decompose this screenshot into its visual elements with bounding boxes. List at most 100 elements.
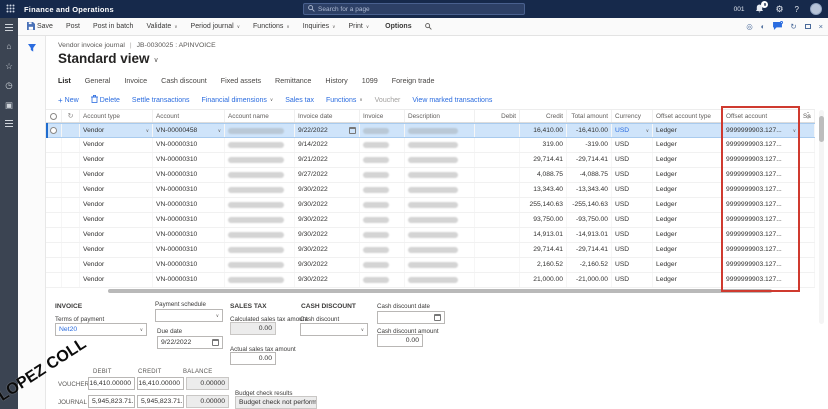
cell-overflow[interactable] [800,213,815,227]
cell-offset-account[interactable]: 9999999903.127...∨ [723,243,800,257]
cell-total-amount[interactable]: -255,140.63 [567,198,612,212]
cell-account-name-redacted[interactable] [225,213,295,227]
cell-account[interactable]: VN-00000458∨ [153,124,225,137]
home-icon[interactable]: ⌂ [6,42,11,51]
cell-overflow[interactable] [800,124,815,137]
cell-invoice-redacted[interactable] [360,243,405,257]
cell-debit[interactable] [475,198,520,212]
row-marker-cell[interactable] [62,243,80,257]
cell-currency[interactable]: USD∨ [612,168,653,182]
cell-offset-account-type[interactable]: Ledger [653,243,723,257]
cell-account[interactable]: VN-00000310∨ [153,273,225,287]
cell-currency[interactable]: USD∨ [612,198,653,212]
company-toggle-icon[interactable]: ◐ [761,23,766,31]
row-marker-cell[interactable] [62,153,80,167]
cell-total-amount[interactable]: -93,750.00 [567,213,612,227]
row-marker-cell[interactable] [62,124,80,137]
row-marker-cell[interactable] [62,183,80,197]
cell-description-redacted[interactable] [405,124,475,137]
row-select-cell[interactable] [46,228,62,242]
cell-account-type[interactable]: Vendor∨ [80,124,153,137]
cell-account-name-redacted[interactable] [225,198,295,212]
actual-sales-tax-field[interactable]: 0.00 [230,352,276,365]
feedback-bubble-icon[interactable] [773,22,782,32]
table-row[interactable]: Vendor∨ VN-00000310∨ 9/27/2022 4,088.75 … [46,168,815,183]
cell-account-name-redacted[interactable] [225,168,295,182]
calendar-icon[interactable] [349,127,356,134]
cell-overflow[interactable] [800,198,815,212]
cell-account-type[interactable]: Vendor∨ [80,243,153,257]
save-button[interactable]: Save [27,22,53,32]
cash-discount-date-field[interactable] [377,311,445,324]
cell-invoice-date[interactable]: 9/30/2022 [295,198,360,212]
cell-currency[interactable]: USD∨ [612,183,653,197]
cell-currency[interactable]: USD∨ [612,273,653,287]
cell-offset-account[interactable]: 9999999903.127...∨ [723,124,800,137]
col-currency[interactable]: Currency [612,110,653,122]
table-row[interactable]: Vendor∨ VN-00000310∨ 9/21/2022 29,714.41… [46,153,815,168]
table-row[interactable]: Vendor∨ VN-00000310∨ 9/30/2022 13,343.40… [46,183,815,198]
cell-description-redacted[interactable] [405,258,475,272]
cell-offset-account-type[interactable]: Ledger [653,198,723,212]
radio-icon[interactable] [50,127,57,134]
row-select-cell[interactable] [46,138,62,152]
cell-account-name-redacted[interactable] [225,183,295,197]
cell-total-amount[interactable]: -319.00 [567,138,612,152]
tab-general[interactable]: General [85,76,111,85]
sales-tax-button[interactable]: Sales tax [285,97,314,104]
cell-currency[interactable]: USD∨ [612,153,653,167]
col-offset-account-type[interactable]: Offset account type [653,110,723,122]
row-marker-cell[interactable] [62,258,80,272]
cell-overflow[interactable] [800,138,815,152]
cell-account-type[interactable]: Vendor∨ [80,168,153,182]
cell-account[interactable]: VN-00000310∨ [153,153,225,167]
functions-menu[interactable]: Functions∨ [253,23,290,30]
row-marker-cell[interactable] [62,168,80,182]
cell-account[interactable]: VN-00000310∨ [153,198,225,212]
cell-debit[interactable] [475,228,520,242]
notifications-bell-icon[interactable]: 9 [755,4,764,15]
cell-invoice-redacted[interactable] [360,198,405,212]
cell-debit[interactable] [475,153,520,167]
cell-total-amount[interactable]: -29,714.41 [567,243,612,257]
cell-account-type[interactable]: Vendor∨ [80,228,153,242]
help-icon[interactable]: ? [795,5,799,14]
cell-account-name-redacted[interactable] [225,153,295,167]
cell-offset-account-type[interactable]: Ledger [653,124,723,137]
cell-offset-account-type[interactable]: Ledger [653,153,723,167]
cell-offset-account[interactable]: 9999999903.127...∨ [723,153,800,167]
payment-schedule-select[interactable]: ∨ [155,309,223,322]
cell-debit[interactable] [475,213,520,227]
cell-currency[interactable]: USD∨ [612,243,653,257]
cell-account-type[interactable]: Vendor∨ [80,153,153,167]
horizontal-scrollbar[interactable] [108,289,772,293]
close-icon[interactable]: × [819,23,823,31]
modules-list-icon[interactable] [5,120,13,127]
cell-description-redacted[interactable] [405,198,475,212]
row-select-cell[interactable] [46,273,62,287]
col-account-type[interactable]: Account type [80,110,153,122]
cell-credit[interactable]: 29,714.41 [520,153,567,167]
maximize-icon[interactable] [805,24,811,29]
tab-remittance[interactable]: Remittance [275,76,311,85]
tab-history[interactable]: History [325,76,347,85]
table-row[interactable]: Vendor∨ VN-00000310∨ 9/14/2022 319.00 -3… [46,138,815,153]
search-input[interactable] [318,6,520,13]
chevron-down-icon[interactable]: ∨ [146,124,149,137]
cell-account-name-redacted[interactable] [225,243,295,257]
filter-funnel-icon[interactable] [27,43,37,55]
cell-account-type[interactable]: Vendor∨ [80,138,153,152]
row-state-header[interactable]: ↻ [62,110,80,122]
cell-credit[interactable]: 4,088.75 [520,168,567,182]
cell-account-name-redacted[interactable] [225,228,295,242]
tab-1099[interactable]: 1099 [362,76,378,85]
cell-offset-account[interactable]: 9999999903.127...∨ [723,183,800,197]
vertical-scrollbar-thumb[interactable] [819,116,824,142]
col-debit[interactable]: Debit [475,110,520,122]
cell-invoice-date[interactable]: 9/30/2022 [295,183,360,197]
cell-account[interactable]: VN-00000310∨ [153,228,225,242]
cell-account-type[interactable]: Vendor∨ [80,273,153,287]
grid-more-options-icon[interactable]: ⋮ [804,111,812,120]
cell-total-amount[interactable]: -21,000.00 [567,273,612,287]
cell-debit[interactable] [475,183,520,197]
